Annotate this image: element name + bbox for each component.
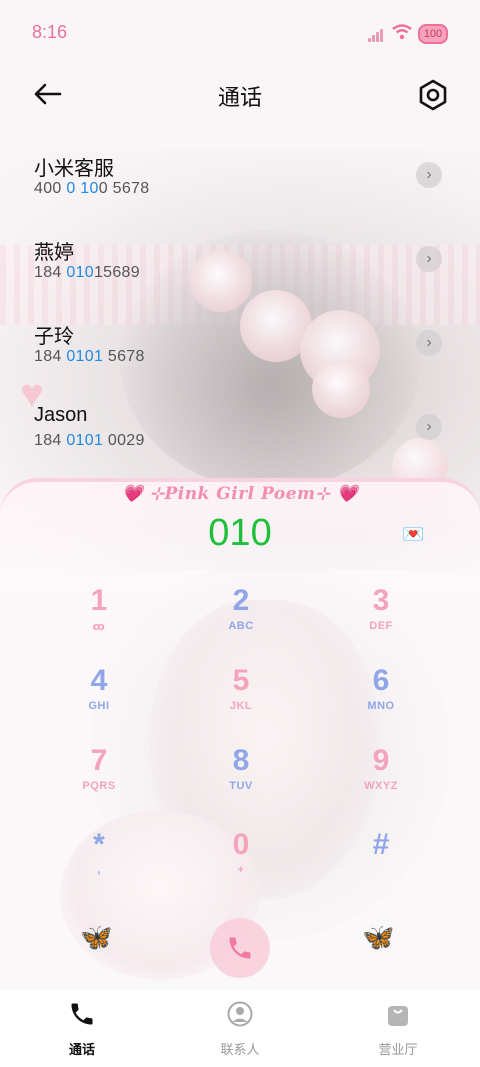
- key-4[interactable]: 4 GHI: [54, 664, 144, 734]
- contact-icon: [227, 1001, 253, 1027]
- theme-banner: 💗 ⊹Pink Girl Poem⊹ 💗: [121, 484, 359, 504]
- contact-name: Jason: [34, 404, 88, 426]
- key-1[interactable]: 1ꝏ: [54, 584, 144, 654]
- contact-number: 184 0101 0029: [34, 432, 145, 449]
- contact-name: 燕婷: [34, 242, 74, 264]
- heart-envelope-icon[interactable]: 💌: [402, 524, 424, 545]
- list-item[interactable]: 燕婷 184 01015689 ›: [0, 224, 480, 308]
- page-title: 通话: [217, 85, 262, 110]
- key-star[interactable]: *,: [54, 828, 144, 898]
- key-0[interactable]: 0 +: [196, 828, 286, 898]
- chevron-right-icon[interactable]: ›: [416, 330, 442, 356]
- tab-label: 联系人: [220, 1042, 260, 1057]
- list-item[interactable]: 子玲 184 0101 5678 ›: [0, 308, 480, 392]
- status-time: 8:16: [32, 22, 68, 42]
- signal-icon: [368, 28, 386, 42]
- key-3[interactable]: 3 DEF: [336, 584, 426, 654]
- phone-icon: [71, 1003, 93, 1025]
- key-7[interactable]: 7 PQRS: [54, 744, 144, 814]
- dialpad-panel: [0, 478, 480, 992]
- voicemail-icon: ꝏ: [92, 621, 106, 633]
- battery-icon: 100: [418, 24, 448, 44]
- key-2[interactable]: 2 ABC: [196, 584, 286, 654]
- status-bar: 8:16 100: [0, 0, 480, 66]
- tab-contacts[interactable]: 联系人: [190, 1000, 290, 1058]
- key-hash[interactable]: #: [336, 828, 426, 898]
- shop-bag-icon: [388, 1006, 408, 1026]
- settings-icon[interactable]: [414, 76, 452, 114]
- wifi-icon: [392, 24, 412, 40]
- chevron-right-icon[interactable]: ›: [416, 162, 442, 188]
- key-8[interactable]: 8 TUV: [196, 744, 286, 814]
- contact-number: 400 0 100 5678: [34, 180, 150, 197]
- tab-service-hall[interactable]: 营业厅: [348, 1000, 448, 1058]
- list-item[interactable]: Jason 184 0101 0029 ›: [0, 392, 480, 476]
- bottom-nav: 通话 联系人 营业厅: [0, 990, 480, 1067]
- butterfly-icon[interactable]: 🦋: [362, 922, 394, 953]
- chevron-right-icon[interactable]: ›: [416, 414, 442, 440]
- butterfly-icon[interactable]: 🦋: [80, 922, 112, 953]
- contact-name: 小米客服: [34, 158, 114, 180]
- key-5[interactable]: 5 JKL: [196, 664, 286, 734]
- key-6[interactable]: 6 MNO: [336, 664, 426, 734]
- tab-calls[interactable]: 通话: [32, 1000, 132, 1058]
- tab-label: 营业厅: [378, 1042, 418, 1057]
- chevron-right-icon[interactable]: ›: [416, 246, 442, 272]
- phone-icon: [229, 937, 251, 959]
- contact-number: 184 0101 5678: [34, 348, 145, 365]
- list-item[interactable]: 小米客服 400 0 100 5678 ›: [0, 140, 480, 224]
- key-9[interactable]: 9 WXYZ: [336, 744, 426, 814]
- contact-number: 184 01015689: [34, 264, 140, 281]
- call-button[interactable]: [210, 918, 270, 978]
- tab-label: 通话: [68, 1042, 95, 1057]
- contact-name: 子玲: [34, 326, 74, 348]
